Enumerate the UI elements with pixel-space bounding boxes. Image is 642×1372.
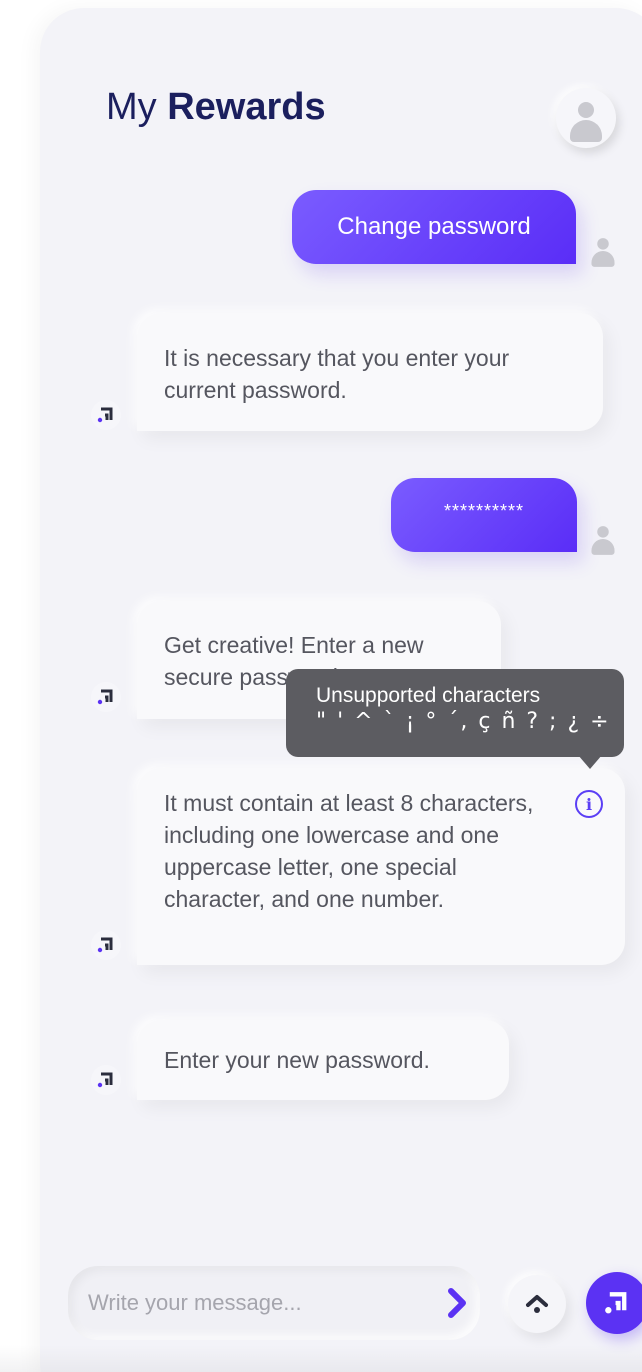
user-avatar-icon bbox=[566, 98, 606, 142]
bot-logo-icon bbox=[605, 1292, 627, 1314]
bot-logo-icon bbox=[97, 407, 113, 423]
bot-logo-icon bbox=[97, 689, 113, 705]
bot-message: Enter your new password. bbox=[137, 1020, 509, 1100]
message-text: It is necessary that you enter your curr… bbox=[164, 345, 510, 403]
bot-menu-button[interactable] bbox=[586, 1272, 642, 1334]
message-composer bbox=[68, 1266, 480, 1340]
user-avatar-icon bbox=[591, 235, 615, 267]
info-icon[interactable]: i bbox=[575, 790, 603, 818]
bot-avatar bbox=[91, 682, 121, 712]
bot-avatar bbox=[91, 400, 121, 430]
tooltip-characters: " ' ^ ` ¡ ° ´, ç ñ ? ; ¿ ÷ bbox=[316, 709, 611, 734]
user-avatar bbox=[586, 517, 620, 555]
bot-avatar bbox=[91, 930, 121, 960]
user-message: ********** bbox=[391, 478, 577, 552]
title-bold: Rewards bbox=[167, 86, 326, 128]
tooltip-title: Unsupported characters bbox=[316, 684, 541, 707]
title-regular: My bbox=[106, 86, 157, 128]
user-avatar bbox=[586, 229, 620, 267]
chevron-up-icon bbox=[526, 1295, 548, 1313]
page-title: My Rewards bbox=[106, 86, 326, 129]
bot-logo-icon bbox=[97, 1072, 113, 1088]
bot-avatar bbox=[91, 1065, 121, 1095]
bottom-shadow bbox=[0, 1345, 642, 1372]
message-text: It must contain at least 8 characters, i… bbox=[164, 790, 534, 912]
bot-logo-icon bbox=[97, 937, 113, 953]
user-message: Change password bbox=[292, 190, 576, 264]
unsupported-characters-tooltip: Unsupported characters " ' ^ ` ¡ ° ´, ç … bbox=[286, 669, 624, 769]
scroll-up-button[interactable] bbox=[508, 1275, 566, 1333]
message-input[interactable] bbox=[88, 1266, 428, 1340]
bot-message: It must contain at least 8 characters, i… bbox=[137, 768, 625, 965]
message-text: ********** bbox=[443, 500, 525, 521]
send-chevron-icon[interactable] bbox=[444, 1286, 472, 1320]
message-text: Enter your new password. bbox=[164, 1047, 430, 1073]
bot-message: It is necessary that you enter your curr… bbox=[137, 313, 603, 431]
user-avatar-icon bbox=[591, 523, 615, 555]
message-text: Change password bbox=[337, 213, 531, 240]
profile-avatar[interactable] bbox=[556, 88, 616, 148]
